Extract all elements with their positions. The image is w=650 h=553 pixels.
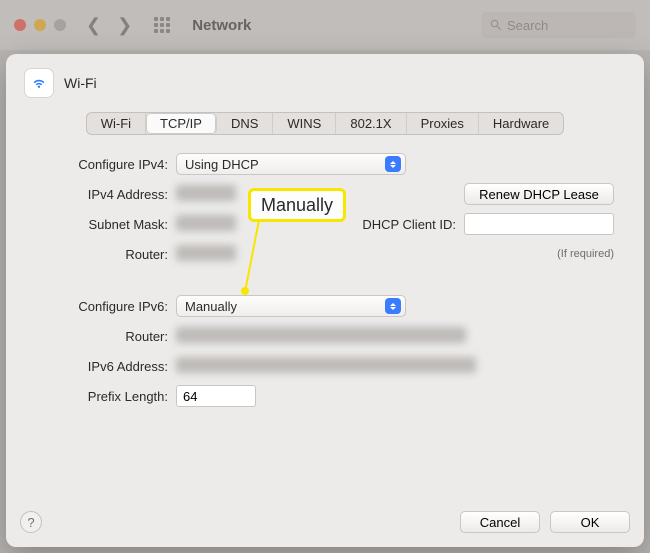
tabs-container: Wi-Fi TCP/IP DNS WINS 802.1X Proxies Har… [6,112,644,135]
dhcp-client-id-label: DHCP Client ID: [362,217,456,232]
cancel-button[interactable]: Cancel [460,511,540,533]
ok-button[interactable]: OK [550,511,630,533]
toolbar-title: Network [192,17,251,34]
tab-tcpip[interactable]: TCP/IP [146,113,217,134]
ipv6-address-value [176,357,476,376]
configure-ipv6-value: Manually [185,299,237,314]
dhcp-client-id-input[interactable] [464,213,614,235]
show-all-prefs-icon[interactable] [154,17,170,33]
search-input[interactable] [481,12,636,38]
tab-wifi[interactable]: Wi-Fi [87,113,146,134]
ipv4-address-label: IPv4 Address: [36,187,176,202]
chevron-updown-icon [385,156,401,172]
chevron-updown-icon [385,298,401,314]
wifi-icon [24,68,54,98]
toolbar: ❮ ❯ Network [0,0,650,50]
forward-button[interactable]: ❯ [113,15,136,36]
sheet-title: Wi-Fi [64,75,97,91]
router6-label: Router: [36,329,176,344]
tab-proxies[interactable]: Proxies [407,113,479,134]
window-traffic-lights [14,19,66,31]
configure-ipv4-select[interactable]: Using DHCP [176,153,406,175]
prefix-length-label: Prefix Length: [36,389,176,404]
help-button[interactable]: ? [20,511,42,533]
if-required-hint: (If required) [557,248,614,260]
subnet-mask-label: Subnet Mask: [36,217,176,232]
configure-ipv6-select[interactable]: Manually [176,295,406,317]
subnet-mask-value [176,215,236,234]
tab-dns[interactable]: DNS [217,113,273,134]
tcpip-form: Configure IPv4: Using DHCP IPv4 Address:… [6,149,644,501]
close-window-button[interactable] [14,19,26,31]
search-icon [489,18,503,32]
tab-wins[interactable]: WINS [273,113,336,134]
ipv4-address-value [176,185,236,204]
renew-dhcp-button[interactable]: Renew DHCP Lease [464,183,614,205]
prefix-length-input[interactable] [176,385,256,407]
sheet-footer: ? Cancel OK [6,501,644,547]
search-field-wrap [481,12,636,38]
tab-8021x[interactable]: 802.1X [336,113,406,134]
tabbar: Wi-Fi TCP/IP DNS WINS 802.1X Proxies Har… [86,112,565,135]
sheet-header: Wi-Fi [6,54,644,106]
network-advanced-sheet: Wi-Fi Wi-Fi TCP/IP DNS WINS 802.1X Proxi… [6,54,644,547]
configure-ipv6-label: Configure IPv6: [36,299,176,314]
minimize-window-button[interactable] [34,19,46,31]
zoom-window-button[interactable] [54,19,66,31]
ipv6-address-label: IPv6 Address: [36,359,176,374]
configure-ipv4-value: Using DHCP [185,157,259,172]
back-button[interactable]: ❮ [82,15,105,36]
router4-label: Router: [36,247,176,262]
configure-ipv4-label: Configure IPv4: [36,157,176,172]
router6-value [176,327,466,346]
router4-value [176,245,236,264]
tab-hardware[interactable]: Hardware [479,113,563,134]
